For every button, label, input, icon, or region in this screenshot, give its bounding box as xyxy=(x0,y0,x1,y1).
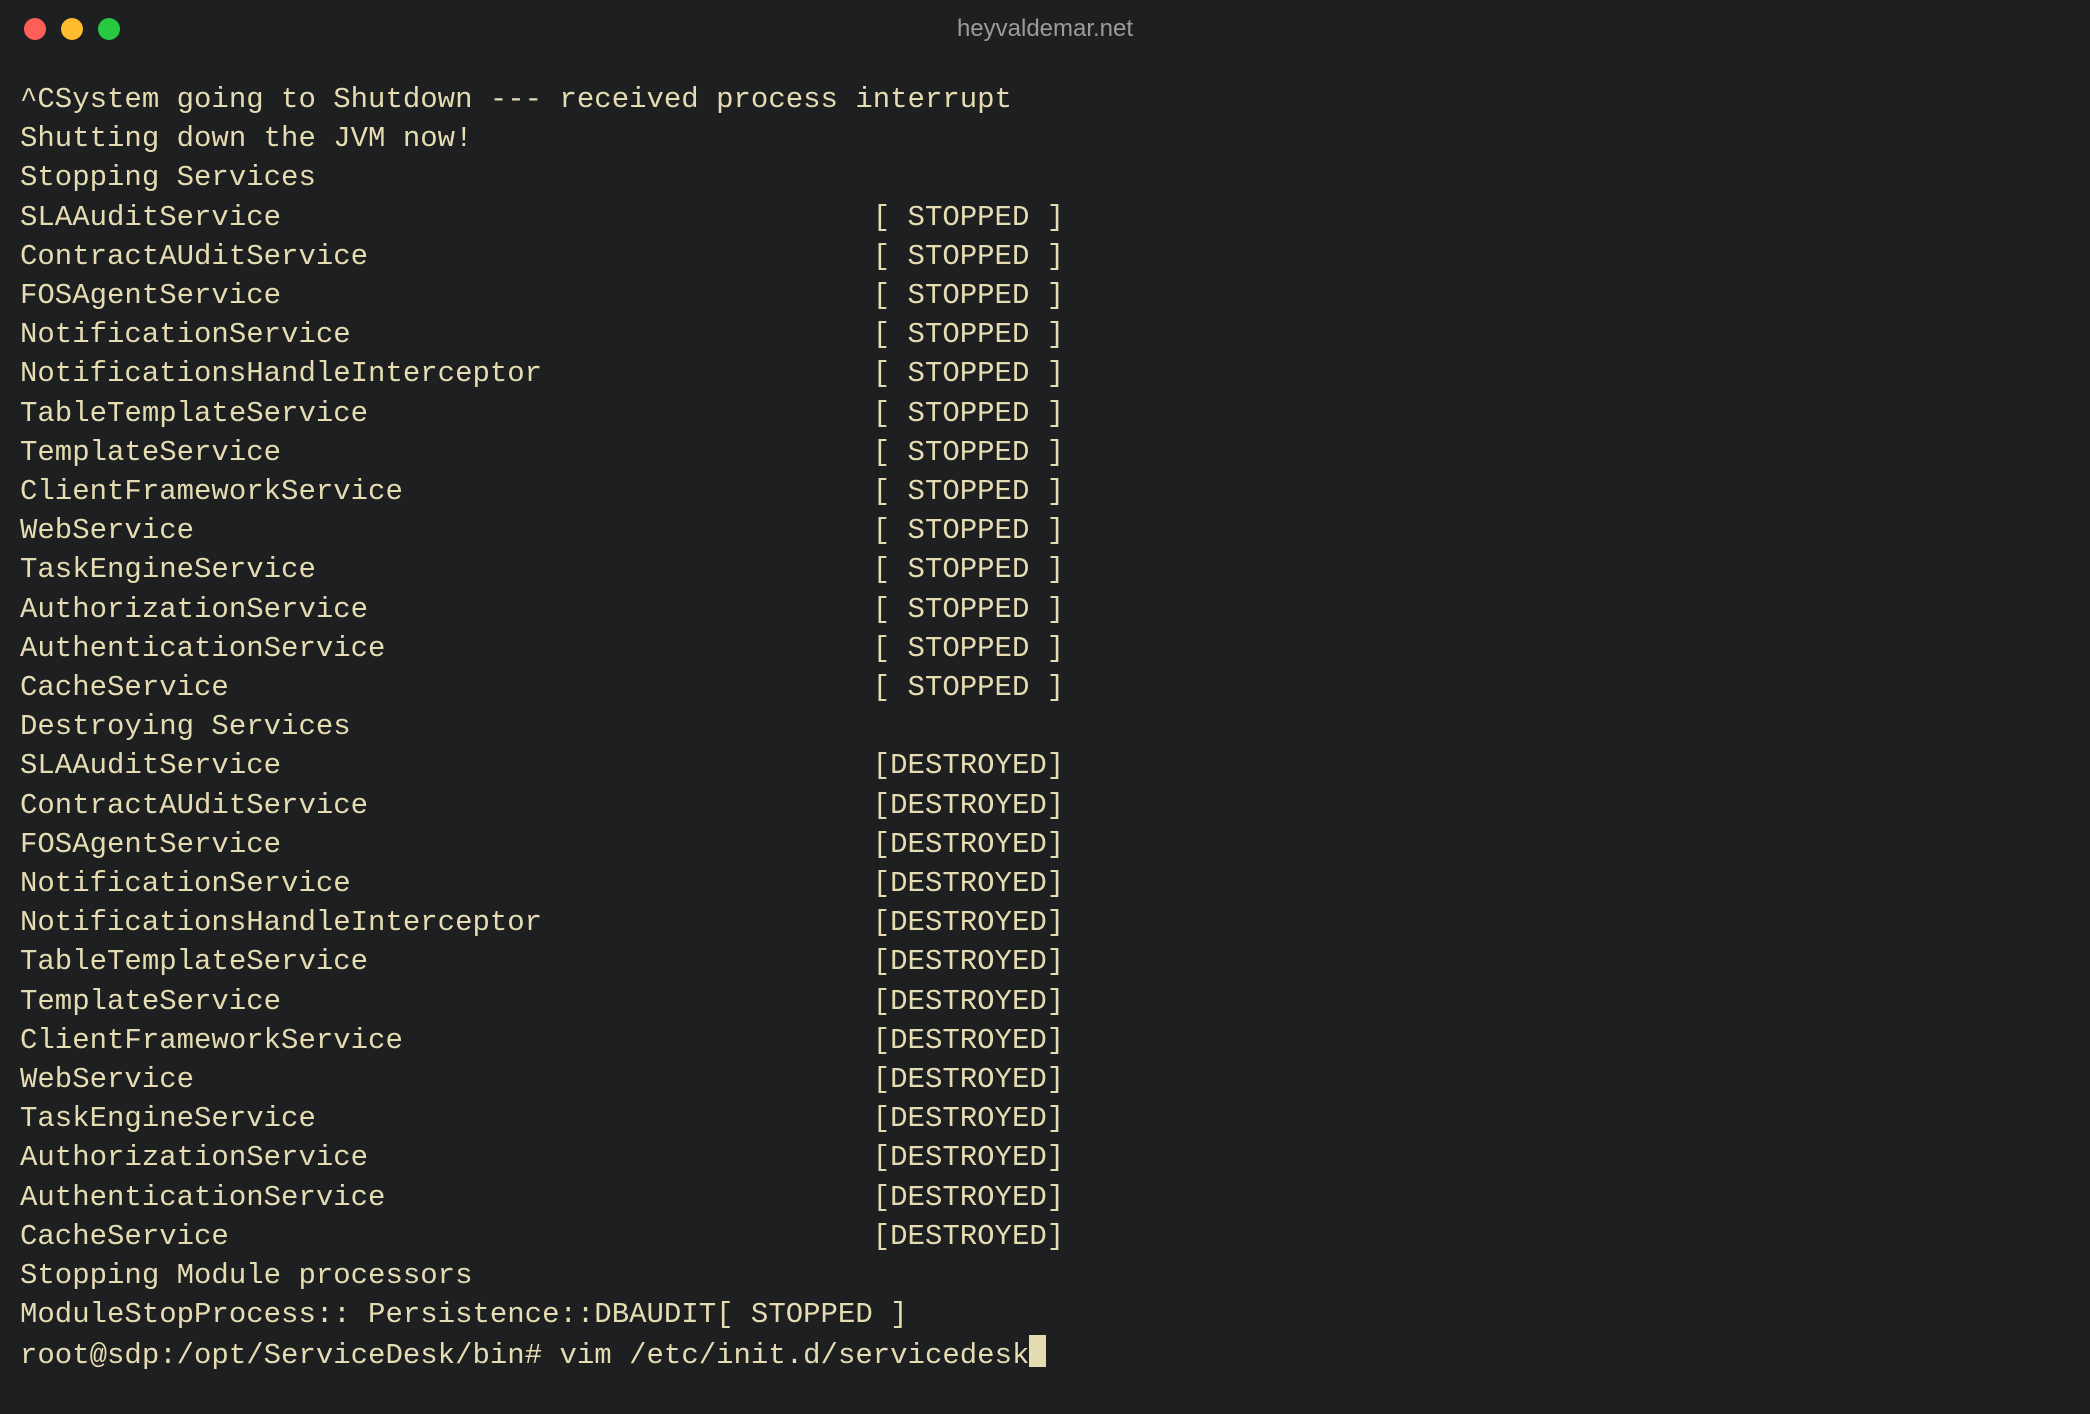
service-stopped-line: FOSAgentService [ STOPPED ] xyxy=(20,276,2070,315)
service-stopped-line: ClientFrameworkService [ STOPPED ] xyxy=(20,472,2070,511)
output-line-destroy-header: Destroying Services xyxy=(20,707,2070,746)
output-line-footer-0: Stopping Module processors xyxy=(20,1256,2070,1295)
service-destroyed-line: TableTemplateService [DESTROYED] xyxy=(20,942,2070,981)
traffic-lights xyxy=(24,18,120,40)
service-destroyed-line: NotificationsHandleInterceptor [DESTROYE… xyxy=(20,903,2070,942)
service-destroyed-line: CacheService [DESTROYED] xyxy=(20,1217,2070,1256)
close-icon[interactable] xyxy=(24,18,46,40)
service-stopped-line: AuthenticationService [ STOPPED ] xyxy=(20,629,2070,668)
terminal-output[interactable]: ^CSystem going to Shutdown --- received … xyxy=(0,58,2090,1375)
service-destroyed-line: WebService [DESTROYED] xyxy=(20,1060,2070,1099)
service-destroyed-line: TemplateService [DESTROYED] xyxy=(20,982,2070,1021)
cursor-icon xyxy=(1029,1335,1046,1367)
zoom-icon[interactable] xyxy=(98,18,120,40)
output-line-header-2: Stopping Services xyxy=(20,158,2070,197)
service-stopped-line: SLAAuditService [ STOPPED ] xyxy=(20,198,2070,237)
service-destroyed-line: FOSAgentService [DESTROYED] xyxy=(20,825,2070,864)
service-stopped-line: AuthorizationService [ STOPPED ] xyxy=(20,590,2070,629)
window-title: heyvaldemar.net xyxy=(0,15,2090,43)
service-stopped-line: TaskEngineService [ STOPPED ] xyxy=(20,550,2070,589)
terminal-window: heyvaldemar.net ^CSystem going to Shutdo… xyxy=(0,0,2090,1414)
service-destroyed-line: ClientFrameworkService [DESTROYED] xyxy=(20,1021,2070,1060)
service-destroyed-line: AuthenticationService [DESTROYED] xyxy=(20,1178,2070,1217)
service-stopped-line: NotificationService [ STOPPED ] xyxy=(20,315,2070,354)
titlebar: heyvaldemar.net xyxy=(0,0,2090,58)
service-stopped-line: CacheService [ STOPPED ] xyxy=(20,668,2070,707)
module-stop-line: ModuleStopProcess:: Persistence::DBAUDIT… xyxy=(20,1295,2070,1334)
shell-prompt: root@sdp:/opt/ServiceDesk/bin# xyxy=(20,1339,560,1372)
prompt-line[interactable]: root@sdp:/opt/ServiceDesk/bin# vim /etc/… xyxy=(20,1335,2070,1375)
service-stopped-line: TableTemplateService [ STOPPED ] xyxy=(20,394,2070,433)
service-destroyed-line: TaskEngineService [DESTROYED] xyxy=(20,1099,2070,1138)
output-line-header-0: ^CSystem going to Shutdown --- received … xyxy=(20,80,2070,119)
service-destroyed-line: AuthorizationService [DESTROYED] xyxy=(20,1138,2070,1177)
minimize-icon[interactable] xyxy=(61,18,83,40)
command-input[interactable]: vim /etc/init.d/servicedesk xyxy=(560,1339,1030,1372)
service-stopped-line: WebService [ STOPPED ] xyxy=(20,511,2070,550)
service-stopped-line: ContractAUditService [ STOPPED ] xyxy=(20,237,2070,276)
service-destroyed-line: NotificationService [DESTROYED] xyxy=(20,864,2070,903)
output-line-header-1: Shutting down the JVM now! xyxy=(20,119,2070,158)
service-destroyed-line: ContractAUditService [DESTROYED] xyxy=(20,786,2070,825)
service-stopped-line: TemplateService [ STOPPED ] xyxy=(20,433,2070,472)
service-destroyed-line: SLAAuditService [DESTROYED] xyxy=(20,746,2070,785)
service-stopped-line: NotificationsHandleInterceptor [ STOPPED… xyxy=(20,354,2070,393)
